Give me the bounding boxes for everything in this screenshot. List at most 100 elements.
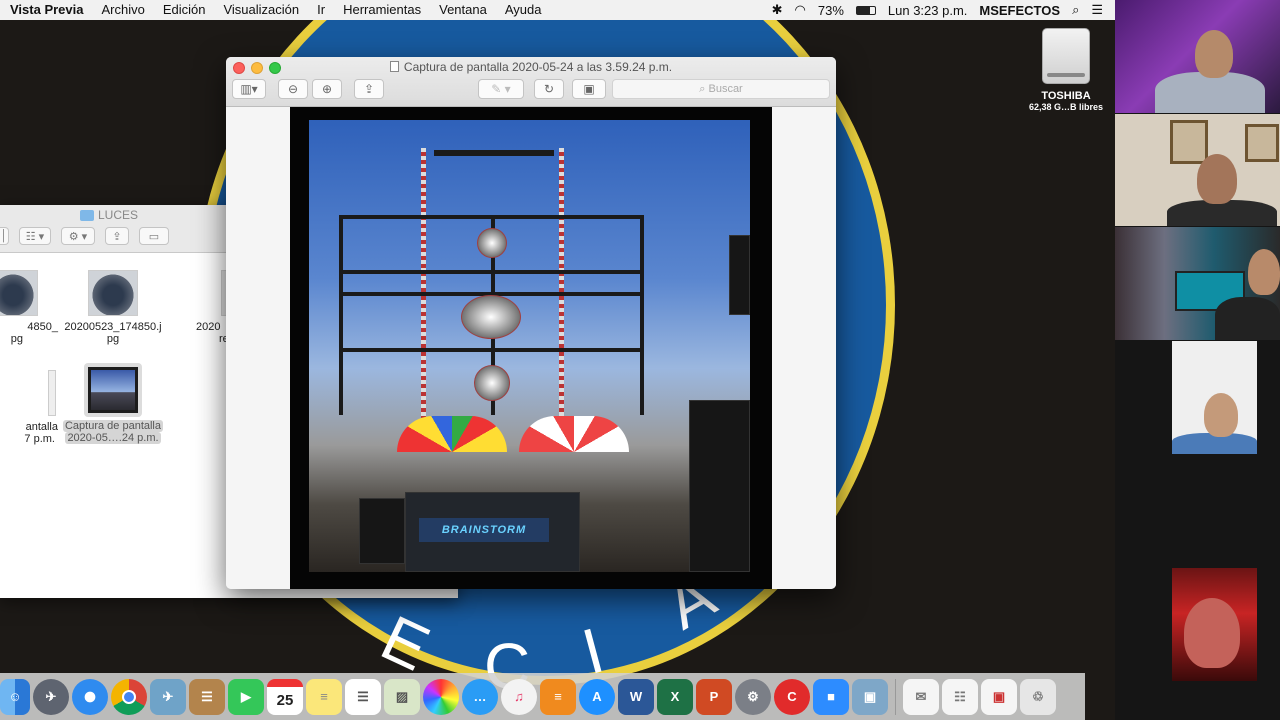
- menu-herramientas[interactable]: Herramientas: [334, 0, 430, 20]
- group-button[interactable]: ☷ ▾: [19, 227, 51, 245]
- tags-button[interactable]: ▭: [139, 227, 169, 245]
- file-name-line1: 20200523_174850.j: [64, 321, 162, 333]
- truss-top: [434, 150, 554, 156]
- dock-document-icon[interactable]: ✉: [903, 678, 939, 715]
- speaker-stack: [359, 498, 405, 564]
- menu-clock[interactable]: Lun 3:23 p.m.: [888, 3, 968, 18]
- messages-icon[interactable]: …: [462, 678, 498, 715]
- menu-visualizacion[interactable]: Visualización: [214, 0, 308, 20]
- share-button[interactable]: ⇪: [105, 227, 129, 245]
- dj-lighting-rig-photo: BRAINSTORM: [309, 120, 750, 572]
- spotlight-icon[interactable]: ⌕: [1072, 2, 1079, 18]
- dock-document-icon[interactable]: ☷: [942, 678, 978, 715]
- truss-post-right: [640, 215, 644, 415]
- zoom-out-button[interactable]: ⊖: [278, 79, 308, 99]
- file-thumbnail: [48, 370, 56, 416]
- preview-title: Captura de pantalla 2020-05-24 a las 3.5…: [226, 60, 836, 74]
- toolbox-button[interactable]: ▣: [572, 79, 606, 99]
- finder-title: LUCES: [80, 208, 138, 222]
- menu-user[interactable]: MSEFECTOS: [979, 3, 1060, 18]
- photos-icon[interactable]: [423, 678, 459, 715]
- menu-archivo[interactable]: Archivo: [92, 0, 153, 20]
- finder-icon[interactable]: ☺: [0, 678, 30, 715]
- wall-portrait: [1245, 124, 1279, 162]
- truss-post-left: [339, 215, 343, 415]
- wifi-icon[interactable]: ◠: [795, 2, 806, 18]
- drive-name: TOSHIBA: [1041, 90, 1091, 102]
- safari-icon[interactable]: ➶: [72, 678, 108, 715]
- file-item[interactable]: 20200523_174850.j pg: [58, 270, 168, 345]
- search-placeholder: Buscar: [708, 83, 743, 95]
- chrome-icon[interactable]: [111, 678, 147, 715]
- preview-app-icon[interactable]: ▨: [384, 678, 420, 715]
- red-app-icon[interactable]: C: [774, 678, 810, 715]
- toshiba-drive[interactable]: TOSHIBA 62,38 G…B libres: [1023, 28, 1109, 112]
- markup-pen-button[interactable]: ✎ ▾: [478, 79, 524, 99]
- menu-ir[interactable]: Ir: [308, 0, 334, 20]
- participant-tile[interactable]: [1115, 0, 1280, 113]
- participant-body: [1215, 297, 1280, 340]
- dock-document-icon[interactable]: ▣: [981, 678, 1017, 715]
- file-name-line1: Captura de pantalla: [62, 420, 163, 432]
- participant-tile[interactable]: [1172, 341, 1257, 454]
- image-capture-icon[interactable]: ✈: [150, 678, 186, 715]
- zoom-in-button[interactable]: ⊕: [312, 79, 342, 99]
- search-input[interactable]: ⌕ Buscar: [612, 79, 830, 99]
- itunes-icon[interactable]: ♫: [501, 678, 537, 715]
- bluetooth-icon[interactable]: ✱: [772, 2, 783, 18]
- document-icon: [389, 61, 399, 72]
- app-store-icon[interactable]: A: [579, 678, 615, 715]
- participant-head: [1184, 598, 1240, 668]
- file-name-line2: 2020-05….24 p.m.: [65, 432, 161, 444]
- booth-banner: BRAINSTORM: [419, 518, 549, 542]
- umbrella: [519, 416, 629, 452]
- menu-app-name[interactable]: Vista Previa: [10, 0, 92, 20]
- powerpoint-icon[interactable]: P: [696, 678, 732, 715]
- notification-center-icon[interactable]: ☰: [1091, 2, 1103, 18]
- rotate-button[interactable]: ↻: [534, 79, 564, 99]
- file-thumbnail-highlight: [84, 363, 142, 417]
- participant-head: [1195, 30, 1233, 78]
- image-viewer-icon[interactable]: ▣: [852, 678, 888, 715]
- action-gear-button[interactable]: ⚙ ▾: [61, 227, 95, 245]
- file-name-line2: pg: [106, 333, 120, 345]
- preview-canvas[interactable]: BRAINSTORM: [226, 107, 836, 589]
- menu-edicion[interactable]: Edición: [154, 0, 215, 20]
- battery-percent[interactable]: 73%: [818, 3, 844, 18]
- zoom-app-icon[interactable]: ■: [813, 678, 849, 715]
- excel-icon[interactable]: X: [657, 678, 693, 715]
- speaker-stack: [729, 235, 750, 315]
- participant-tile[interactable]: [1115, 227, 1280, 340]
- finder-title-label: LUCES: [98, 208, 139, 222]
- participant-tile[interactable]: [1172, 568, 1257, 681]
- word-icon[interactable]: W: [618, 678, 654, 715]
- participant-body: [1155, 72, 1265, 113]
- facetime-icon[interactable]: ▶: [228, 678, 264, 715]
- notes-icon[interactable]: ≡: [306, 678, 342, 715]
- menu-ayuda[interactable]: Ayuda: [496, 0, 551, 20]
- share-icon[interactable]: ⇪: [354, 79, 384, 99]
- file-thumbnail: [0, 270, 38, 316]
- finder-toolbar: │ ☷ ▾ ⚙ ▾ ⇪ ▭: [0, 227, 169, 245]
- battery-icon[interactable]: [855, 5, 876, 15]
- status-area: ✱ ◠ 73% Lun 3:23 p.m. MSEFECTOS ⌕ ☰: [772, 2, 1115, 18]
- launchpad-icon[interactable]: ✈: [33, 678, 69, 715]
- ibooks-icon[interactable]: ≡: [540, 678, 576, 715]
- mirror-ball: [461, 295, 521, 339]
- reminders-icon[interactable]: ☰: [345, 678, 381, 715]
- file-item-selected[interactable]: Captura de pantalla 2020-05….24 p.m.: [58, 363, 168, 444]
- sidebar-toggle-button[interactable]: ▥▾: [232, 79, 266, 99]
- system-preferences-icon[interactable]: ⚙: [735, 678, 771, 715]
- trash-icon[interactable]: ♲: [1020, 678, 1056, 715]
- mirror-ball: [474, 365, 510, 401]
- drive-free-space: 62,38 G…B libres: [1028, 102, 1104, 112]
- participant-head: [1248, 249, 1280, 295]
- participant-tile[interactable]: [1115, 114, 1280, 226]
- menu-ventana[interactable]: Ventana: [430, 0, 496, 20]
- dock: ☺ ✈ ➶ ✈ ☰ ▶ 25 ≡ ☰ ▨ … ♫ ≡ A W X P ⚙ C ■…: [0, 673, 1085, 720]
- folder-icon: [80, 209, 94, 221]
- view-toggle-button[interactable]: │: [0, 227, 9, 245]
- calendar-icon[interactable]: 25: [267, 678, 303, 715]
- contacts-icon[interactable]: ☰: [189, 678, 225, 715]
- umbrella: [397, 416, 507, 452]
